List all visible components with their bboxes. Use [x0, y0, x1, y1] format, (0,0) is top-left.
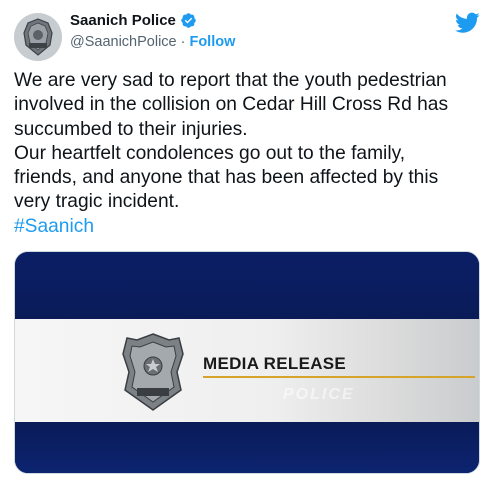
display-name[interactable]: Saanich Police — [70, 12, 176, 29]
police-watermark: POLICE — [283, 386, 355, 403]
verified-badge-icon — [181, 13, 196, 28]
name-row: Saanich Police — [70, 12, 197, 29]
handle[interactable]: @SaanichPolice — [70, 34, 177, 50]
gold-rule — [203, 376, 475, 378]
tweet-text: We are very sad to report that the youth… — [14, 69, 484, 239]
tweet-body: We are very sad to report that the youth… — [14, 70, 449, 213]
media-release-title: MEDIA RELEASE — [203, 354, 347, 373]
handle-row: @SaanichPolice · Follow — [70, 34, 235, 50]
police-badge-icon — [122, 333, 184, 411]
media-navy-bottom — [15, 422, 479, 473]
media-navy-top — [15, 252, 479, 319]
police-badge-icon — [14, 13, 62, 61]
media-image[interactable]: POLICE MEDIA RELEASE — [14, 251, 480, 474]
separator-dot: · — [180, 34, 186, 50]
follow-button[interactable]: Follow — [189, 34, 235, 50]
twitter-bird-icon[interactable] — [455, 12, 480, 34]
avatar[interactable] — [14, 13, 62, 61]
hashtag-link[interactable]: #Saanich — [14, 216, 94, 237]
tweet-card: Saanich Police @SaanichPolice · Follow W… — [0, 0, 494, 486]
